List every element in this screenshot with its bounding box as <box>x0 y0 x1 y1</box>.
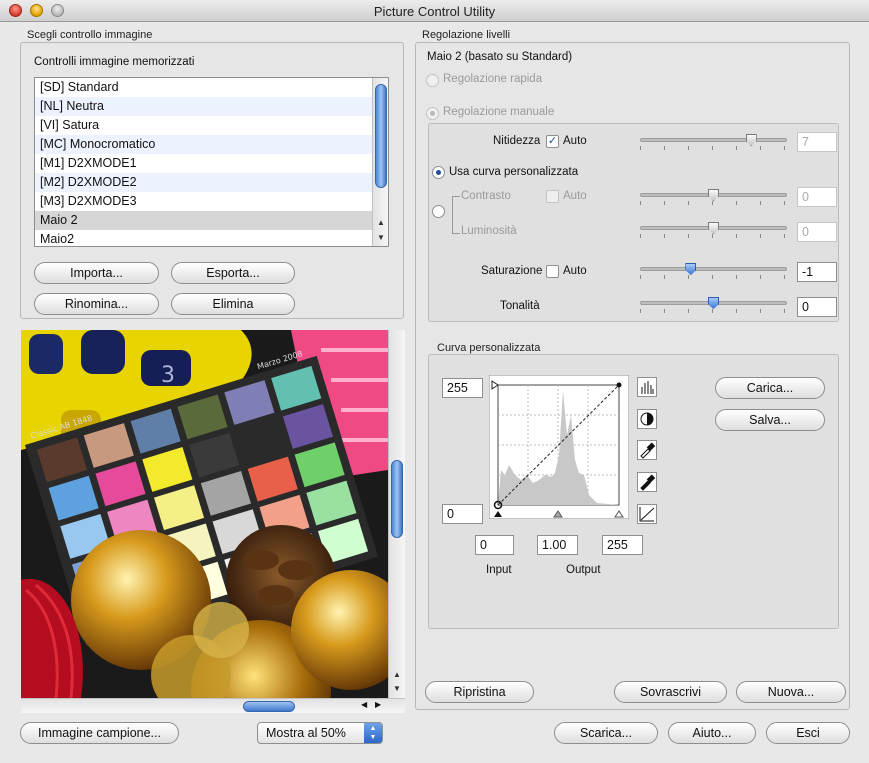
contrast-label: Contrasto <box>461 190 511 202</box>
scroll-left-arrow-icon[interactable]: ◀ <box>361 700 367 709</box>
list-item[interactable]: [VI] Satura <box>35 116 373 135</box>
title-bar: Picture Control Utility <box>0 0 869 22</box>
list-item[interactable]: [M2] D2XMODE2 <box>35 173 373 192</box>
preview-scroll-down-icon[interactable]: ▼ <box>389 684 405 693</box>
quit-button[interactable]: Esci <box>766 722 850 744</box>
brightness-value-field[interactable]: 0 <box>797 222 837 242</box>
preview-vscroll-thumb[interactable] <box>391 460 403 538</box>
list-item[interactable]: [MC] Monocromatico <box>35 135 373 154</box>
sample-image-button[interactable]: Immagine campione... <box>20 722 179 744</box>
stored-controls-label: Controlli immagine memorizzati <box>34 56 195 68</box>
custom-curve-label: Usa curva personalizzata <box>449 166 579 178</box>
brightness-label: Luminosità <box>461 225 517 237</box>
input-caption: Input <box>486 564 512 576</box>
download-button[interactable]: Scarica... <box>554 722 658 744</box>
list-rows: [SD] Standard [NL] Neutra [VI] Satura [MC] … <box>35 78 388 249</box>
gamma-field[interactable]: 1.00 <box>537 535 578 555</box>
overwrite-button[interactable]: Sovrascrivi <box>614 681 727 703</box>
preview-vertical-scrollbar[interactable]: ▲ ▼ <box>388 330 405 698</box>
choose-control-group-label: Scegli controllo immagine <box>27 29 153 41</box>
sharpening-value-field[interactable]: 7 <box>797 132 837 152</box>
list-item[interactable]: Maio2 <box>35 230 373 249</box>
curve-editor[interactable] <box>488 374 630 520</box>
saturation-value-field[interactable]: -1 <box>797 262 837 282</box>
saturation-label: Saturazione <box>481 265 543 277</box>
svg-text:3: 3 <box>161 363 175 388</box>
saturation-slider-knob[interactable] <box>685 263 697 275</box>
hue-slider[interactable] <box>640 297 787 313</box>
sample-image-preview: 3 Classic AB 1848 Marzo 2008 <box>21 330 388 698</box>
custom-curve-radio[interactable] <box>432 166 445 179</box>
adjust-group-label: Regolazione livelli <box>422 29 511 41</box>
curve-group-label: Curva personalizzata <box>437 342 541 354</box>
output-max-field[interactable]: 255 <box>442 378 483 398</box>
preview-scroll-up-icon[interactable]: ▲ <box>389 670 405 679</box>
delete-button[interactable]: Elimina <box>171 293 295 315</box>
picture-control-list[interactable]: [SD] Standard [NL] Neutra [VI] Satura [MC] … <box>34 77 389 247</box>
white-point-eyedropper-icon[interactable] <box>637 440 657 460</box>
option-bracket <box>452 196 460 234</box>
black-point-eyedropper-icon[interactable] <box>637 472 657 492</box>
sharpening-auto-label: Auto <box>563 135 587 147</box>
saturation-auto-checkbox[interactable] <box>546 265 559 278</box>
contrast-slider-knob[interactable] <box>708 189 719 201</box>
saturation-slider[interactable] <box>640 263 787 279</box>
curve-graph <box>488 374 630 520</box>
select-arrows-icon: ▲ ▼ <box>364 723 382 743</box>
preview-horizontal-scrollbar[interactable]: ◀ ▶ <box>21 698 405 713</box>
output-caption: Output <box>566 564 601 576</box>
contrast-tone-icon[interactable] <box>637 409 657 429</box>
input-low-field[interactable]: 0 <box>475 535 514 555</box>
contrast-value-field[interactable]: 0 <box>797 187 837 207</box>
histogram-icon[interactable] <box>637 377 657 397</box>
hue-label: Tonalità <box>500 300 540 312</box>
preview-hscroll-thumb[interactable] <box>243 701 295 712</box>
rename-button[interactable]: Rinomina... <box>34 293 159 315</box>
quick-adjust-label: Regolazione rapida <box>443 73 543 85</box>
contrast-auto-checkbox[interactable] <box>546 190 559 203</box>
list-item[interactable]: [SD] Standard <box>35 78 373 97</box>
control-subtitle: Maio 2 (basato su Standard) <box>427 51 573 63</box>
zoom-select[interactable]: Mostra al 50% ▲ ▼ <box>257 722 383 744</box>
window-title: Picture Control Utility <box>373 4 496 19</box>
save-curve-button[interactable]: Salva... <box>715 409 825 431</box>
list-item[interactable]: [M3] D2XMODE3 <box>35 192 373 211</box>
saturation-auto-label: Auto <box>563 265 587 277</box>
sample-photo-illustration: 3 Classic AB 1848 Marzo 2008 <box>21 330 388 698</box>
reset-button[interactable]: Ripristina <box>425 681 534 703</box>
help-button[interactable]: Aiuto... <box>668 722 756 744</box>
sharpening-slider[interactable] <box>640 134 787 150</box>
brightness-slider-knob[interactable] <box>708 222 719 234</box>
linear-curve-icon[interactable] <box>637 504 657 524</box>
hue-slider-knob[interactable] <box>708 297 719 309</box>
manual-adjust-radio[interactable] <box>426 107 439 120</box>
export-button[interactable]: Esporta... <box>171 262 295 284</box>
list-item[interactable]: [M1] D2XMODE1 <box>35 154 373 173</box>
sharpening-label: Nitidezza <box>493 135 541 147</box>
new-button[interactable]: Nuova... <box>736 681 846 703</box>
contrast-auto-label: Auto <box>563 190 587 202</box>
sharpening-auto-checkbox[interactable]: ✓ <box>546 135 559 148</box>
scroll-right-arrow-icon[interactable]: ▶ <box>375 700 381 709</box>
sharpening-slider-knob[interactable] <box>745 134 757 146</box>
manual-adjust-label: Regolazione manuale <box>443 106 555 118</box>
scroll-down-arrow-icon[interactable]: ▼ <box>373 233 389 242</box>
brightness-slider[interactable] <box>640 222 787 238</box>
contrast-brightness-radio[interactable] <box>432 205 445 218</box>
scroll-up-arrow-icon[interactable]: ▲ <box>373 218 389 227</box>
list-item[interactable]: Maio 2 <box>35 211 373 230</box>
load-curve-button[interactable]: Carica... <box>715 377 825 399</box>
zoom-select-value: Mostra al 50% <box>266 726 346 740</box>
quick-adjust-radio[interactable] <box>426 74 439 87</box>
list-scrollbar[interactable]: ▲ ▼ <box>372 78 388 246</box>
import-button[interactable]: Importa... <box>34 262 159 284</box>
input-high-field[interactable]: 255 <box>602 535 643 555</box>
hue-value-field[interactable]: 0 <box>797 297 837 317</box>
contrast-slider[interactable] <box>640 189 787 205</box>
list-item[interactable]: [NL] Neutra <box>35 97 373 116</box>
output-min-field[interactable]: 0 <box>442 504 483 524</box>
list-scroll-thumb[interactable] <box>375 84 387 188</box>
